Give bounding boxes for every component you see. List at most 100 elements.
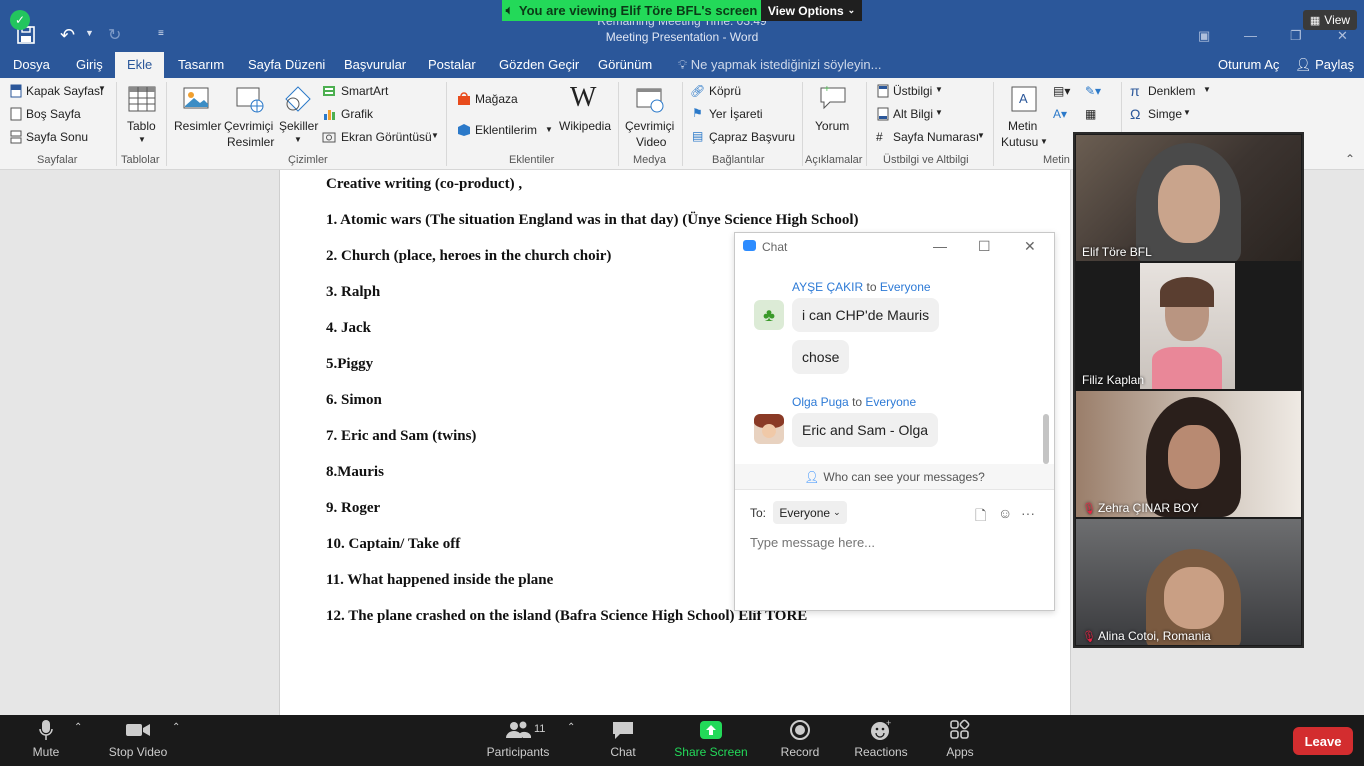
restore-icon[interactable]: ❐	[1290, 28, 1302, 44]
chat-message-input[interactable]	[750, 532, 1040, 552]
reactions-button[interactable]: + Reactions	[850, 719, 912, 759]
participant-name-row: 🎙︎ Zehra ÇINAR BOY	[1082, 501, 1199, 515]
emoji-icon[interactable]: ☺	[998, 505, 1012, 521]
tab-postalar[interactable]: Postalar	[428, 57, 476, 72]
tablo-button[interactable]: Tablo	[127, 119, 156, 133]
cevrimici-resimler-label-1[interactable]: Çevrimiçi	[224, 119, 273, 133]
grafik-button[interactable]: Grafik	[341, 107, 373, 121]
security-shield-icon[interactable]: ✓	[10, 10, 30, 30]
magaza-button[interactable]: Mağaza	[475, 92, 518, 106]
video-options-icon[interactable]: ⌃	[172, 722, 180, 733]
who-can-see-link[interactable]: 👤︎ Who can see your messages?	[735, 464, 1054, 490]
apps-button[interactable]: Apps	[940, 719, 980, 759]
video-tile[interactable]: Elif Töre BFL	[1076, 135, 1301, 261]
apps-label: Apps	[946, 745, 974, 759]
doc-line: 1. Atomic wars (The situation England wa…	[326, 212, 859, 228]
metin-kutusu-label-2[interactable]: Kutusu	[1001, 135, 1038, 149]
participant-name: Alina Cotoi, Romania	[1098, 629, 1211, 643]
video-tile[interactable]: 🎙︎ Zehra ÇINAR BOY	[1076, 391, 1301, 517]
more-icon[interactable]: ···	[1021, 505, 1035, 521]
tab-sayfa-duzeni[interactable]: Sayfa Düzeni	[248, 57, 325, 72]
person-icon: 👤︎	[804, 469, 820, 484]
bookmark-icon: ⚑	[692, 106, 703, 120]
chat-scrollbar[interactable]	[1043, 414, 1049, 464]
participants-options-icon[interactable]: ⌃	[567, 722, 575, 733]
share-screen-button[interactable]: Share Screen	[672, 719, 750, 759]
cevrimici-video-label-1[interactable]: Çevrimiçi	[625, 119, 674, 133]
chat-title: Chat	[762, 240, 788, 254]
cover-page-icon	[10, 84, 22, 98]
date-time-icon[interactable]: ▦	[1085, 107, 1096, 121]
leave-button[interactable]: Leave	[1293, 727, 1353, 755]
tell-me-search[interactable]: 💡︎ Ne yapmak istediğinizi söyleyin...	[678, 57, 881, 73]
tab-ekle[interactable]: Ekle	[115, 52, 165, 78]
metin-kutusu-label-1[interactable]: Metin	[1008, 119, 1037, 133]
denklem-button[interactable]: Denklem	[1148, 84, 1195, 98]
smartart-icon	[323, 86, 335, 96]
cevrimici-resimler-label-2[interactable]: Resimler	[227, 135, 274, 149]
yer-isareti-button[interactable]: Yer İşareti	[709, 107, 763, 121]
bos-sayfa-button[interactable]: Boş Sayfa	[26, 107, 81, 121]
comment-icon: +	[820, 84, 846, 110]
record-button[interactable]: Record	[776, 719, 824, 759]
wikipedia-icon: W	[570, 82, 597, 113]
ekran-goruntusu-button[interactable]: Ekran Görüntüsü	[341, 130, 432, 144]
kapak-sayfasi-button[interactable]: Kapak Sayfası	[26, 84, 103, 98]
sign-in-link[interactable]: Oturum Aç	[1218, 57, 1279, 72]
tab-gorunum[interactable]: Görünüm	[598, 57, 652, 72]
share-word-button[interactable]: 👤︎ Paylaş	[1295, 57, 1354, 73]
tab-basvurular[interactable]: Başvurular	[344, 57, 406, 72]
minimize-icon[interactable]: —	[1244, 28, 1257, 43]
file-icon[interactable]: 🗋︎	[975, 505, 986, 529]
view-options-button[interactable]: View Options ⌄	[761, 0, 862, 21]
resimler-button[interactable]: Resimler	[174, 119, 221, 133]
chat-minimize-icon[interactable]: —	[933, 238, 947, 254]
view-button[interactable]: ▦ View	[1303, 10, 1357, 30]
wordart-icon[interactable]: A▾	[1053, 107, 1067, 121]
yorum-button[interactable]: Yorum	[815, 119, 849, 133]
tab-gozden-gecir[interactable]: Gözden Geçir	[499, 57, 579, 72]
view-button-label: View	[1324, 13, 1351, 27]
message-bubble[interactable]: chose	[792, 340, 850, 374]
video-tile[interactable]: 🎙︎ Alina Cotoi, Romania	[1076, 519, 1301, 645]
online-pictures-icon	[236, 87, 264, 113]
cevrimici-video-label-2[interactable]: Video	[636, 135, 666, 149]
chevron-down-icon: ▼	[431, 131, 439, 140]
ustbilgi-button[interactable]: Üstbilgi	[893, 84, 932, 98]
chat-close-icon[interactable]: ✕	[1024, 238, 1036, 255]
signature-icon[interactable]: ✎▾	[1085, 84, 1101, 98]
kopru-button[interactable]: Köprü	[709, 84, 741, 98]
chat-maximize-icon[interactable]: ☐	[978, 238, 991, 255]
tab-tasarim[interactable]: Tasarım	[178, 57, 224, 72]
sayfa-sonu-button[interactable]: Sayfa Sonu	[26, 130, 88, 144]
smartart-button[interactable]: SmartArt	[341, 84, 388, 98]
message-bubble[interactable]: Eric and Sam - Olga	[792, 413, 939, 447]
message-sender: AYŞE ÇAKIR to Everyone	[792, 280, 931, 294]
simge-button[interactable]: Simge	[1148, 107, 1182, 121]
collapse-ribbon-icon[interactable]: ⌃	[1345, 152, 1355, 166]
quick-parts-icon[interactable]: ▤▾	[1053, 84, 1070, 98]
sekiller-button[interactable]: Şekiller	[279, 119, 318, 133]
chat-button[interactable]: Chat	[600, 719, 646, 759]
sayfa-numarasi-button[interactable]: Sayfa Numarası	[893, 130, 979, 144]
message-bubble[interactable]: i can CHP'de Mauris	[792, 298, 940, 332]
tab-giris[interactable]: Giriş	[76, 57, 103, 72]
sender-name: Olga Puga	[792, 395, 849, 409]
ribbon-display-icon[interactable]: ▣	[1198, 28, 1210, 44]
recipient: Everyone	[865, 395, 917, 409]
online-video-icon	[636, 88, 664, 113]
svg-text:+: +	[824, 84, 830, 95]
share-screen-label: Share Screen	[674, 745, 748, 759]
capraz-basvuru-button[interactable]: Çapraz Başvuru	[709, 130, 795, 144]
stop-video-button[interactable]: Stop Video	[104, 719, 172, 759]
tab-dosya[interactable]: Dosya	[13, 57, 50, 72]
alt-bilgi-button[interactable]: Alt Bilgi	[893, 107, 933, 121]
mute-button[interactable]: Mute	[24, 719, 68, 759]
eklentilerim-button[interactable]: Eklentilerim	[475, 123, 537, 137]
video-tile[interactable]: Filiz Kaplan	[1076, 263, 1301, 389]
wikipedia-button[interactable]: Wikipedia	[559, 119, 611, 133]
chevron-down-icon: ▼	[98, 84, 106, 93]
close-window-icon[interactable]: ✕	[1337, 28, 1348, 44]
recipient-dropdown[interactable]: Everyone ⌄	[773, 501, 847, 524]
mute-options-icon[interactable]: ⌃	[74, 722, 82, 733]
